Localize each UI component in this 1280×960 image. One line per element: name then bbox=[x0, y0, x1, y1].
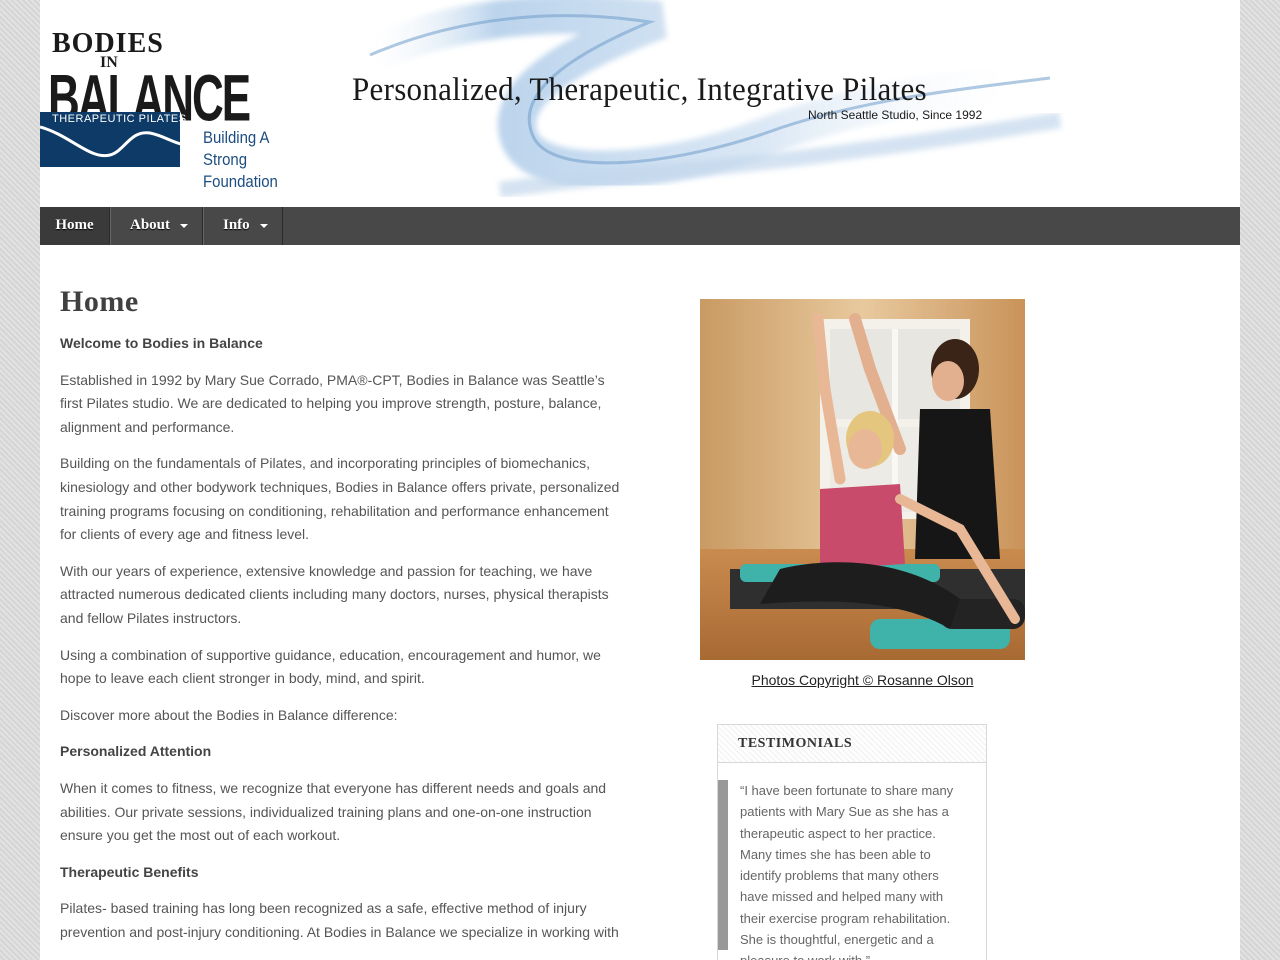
logo-tagline-line-1: Building A bbox=[203, 128, 270, 147]
section-heading-personalized: Personalized Attention bbox=[60, 743, 212, 760]
banner-title: Personalized, Therapeutic, Integrative P… bbox=[352, 72, 927, 108]
personalized-paragraph: When it comes to fitness, we recognize t… bbox=[60, 779, 607, 844]
chevron-down-icon bbox=[260, 224, 268, 228]
site-logo[interactable]: BODIES IN BALANCE THERAPEUTIC PILATES Bu… bbox=[40, 20, 340, 191]
studio-photo bbox=[700, 299, 1025, 660]
pilates-session-photo bbox=[700, 299, 1025, 660]
banner-subtitle: North Seattle Studio, Since 1992 bbox=[808, 108, 983, 122]
page: BODIES IN BALANCE THERAPEUTIC PILATES Bu… bbox=[40, 0, 1240, 960]
site-header: BODIES IN BALANCE THERAPEUTIC PILATES Bu… bbox=[40, 0, 1240, 207]
discover-paragraph: Discover more about the Bodies in Balanc… bbox=[60, 706, 398, 723]
experience-paragraph: With our years of experience, extensive … bbox=[60, 562, 609, 626]
photo-copyright-link[interactable]: Photos Copyright © Rosanne Olson bbox=[700, 672, 1025, 688]
logo-swoosh-icon bbox=[40, 125, 200, 158]
intro-paragraph: Established in 1992 by Mary Sue Corrado,… bbox=[60, 371, 605, 435]
nav-item-about[interactable]: About bbox=[110, 207, 203, 245]
fundamentals-paragraph: Building on the fundamentals of Pilates,… bbox=[60, 455, 620, 543]
nav-item-info[interactable]: Info bbox=[203, 207, 283, 245]
nav-item-home[interactable]: Home bbox=[40, 207, 110, 245]
quote-bar bbox=[718, 780, 728, 950]
nav-item-label: Home bbox=[55, 217, 94, 233]
section-heading-therapeutic: Therapeutic Benefits bbox=[60, 863, 199, 880]
nav-item-label: Info bbox=[223, 217, 250, 233]
testimonials-heading: TESTIMONIALS bbox=[718, 725, 986, 763]
therapeutic-paragraph: Pilates- based training has long been re… bbox=[60, 900, 619, 940]
testimonials-widget: TESTIMONIALS “I have been fortunate to s… bbox=[717, 724, 987, 960]
main-navigation: Home About Info bbox=[40, 207, 1240, 245]
nav-item-label: About bbox=[130, 217, 171, 233]
logo-tagline: Building A Strong Foundation bbox=[203, 127, 324, 193]
testimonial-quote: “I have been fortunate to share many pat… bbox=[740, 783, 954, 960]
chevron-down-icon bbox=[180, 224, 188, 228]
main-content: Home Welcome to Bodies in Balance Establ… bbox=[60, 280, 622, 957]
logo-tagline-line-2: Strong Foundation bbox=[203, 150, 278, 191]
welcome-heading: Welcome to Bodies in Balance bbox=[60, 335, 263, 351]
page-title: Home bbox=[60, 285, 139, 318]
approach-paragraph: Using a combination of supportive guidan… bbox=[60, 646, 601, 687]
